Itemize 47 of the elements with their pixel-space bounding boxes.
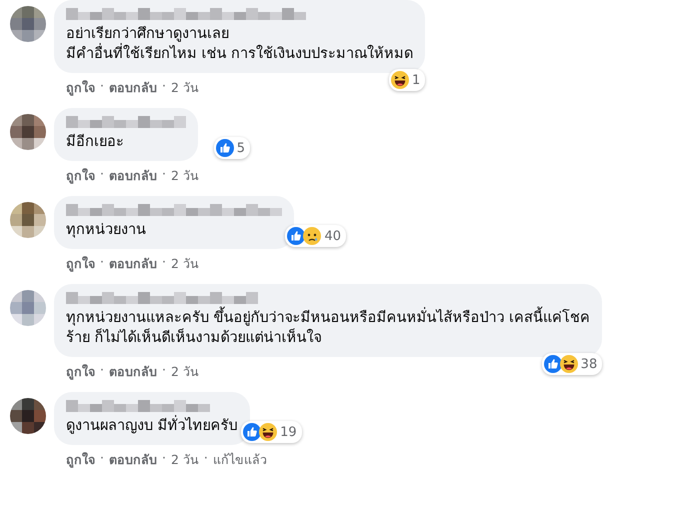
laughing-face-icon bbox=[390, 71, 409, 89]
like-link[interactable]: ถูกใจ bbox=[66, 254, 95, 274]
reply-link[interactable]: ตอบกลับ bbox=[108, 166, 157, 186]
crying-face-icon bbox=[303, 227, 322, 245]
laughing-face-icon bbox=[259, 423, 278, 441]
like-link[interactable]: ถูกใจ bbox=[66, 362, 95, 382]
separator-dot: · bbox=[162, 166, 166, 183]
separator-dot: · bbox=[162, 78, 166, 95]
separator-dot: · bbox=[100, 166, 104, 183]
timestamp: 2 วัน bbox=[170, 79, 199, 97]
separator-dot: · bbox=[162, 362, 166, 379]
laughing-face-icon bbox=[560, 355, 578, 373]
like-icon bbox=[243, 423, 262, 441]
reply-link[interactable]: ตอบกลับ bbox=[108, 450, 157, 470]
comment-text: มีคำอื่นที่ใช้เรียกไหม เช่น การใช้เงินงบประมาณให้หมด bbox=[66, 44, 414, 64]
reply-link[interactable]: ตอบกลับ bbox=[108, 254, 157, 274]
reaction-badge[interactable]: 40 bbox=[285, 225, 346, 247]
reaction-badge[interactable]: 1 bbox=[388, 69, 426, 91]
like-icon bbox=[544, 355, 562, 373]
like-icon bbox=[287, 227, 306, 245]
like-icon bbox=[216, 139, 234, 157]
like-link[interactable]: ถูกใจ bbox=[66, 78, 95, 98]
separator-dot: · bbox=[100, 362, 104, 379]
separator-dot: · bbox=[162, 450, 166, 467]
reaction-badge[interactable]: 38 bbox=[542, 353, 602, 375]
timestamp: 2 วัน bbox=[170, 255, 199, 273]
separator-dot: · bbox=[204, 450, 208, 467]
edited-label: แก้ไขแล้ว bbox=[212, 451, 267, 469]
comment-text: ดูงานผลาญงบ มีทั่วไทยครับ bbox=[66, 416, 238, 436]
timestamp: 2 วัน bbox=[170, 451, 199, 469]
comment-text: ทุกหน่วยงาน bbox=[66, 221, 147, 240]
separator-dot: · bbox=[100, 450, 104, 467]
separator-dot: · bbox=[162, 254, 166, 271]
comment-text: ร้าย ก็ไม่ได้เห็นดีเห็นงามด้วยแต่น่าเห็นใจ bbox=[66, 328, 323, 348]
reply-link[interactable]: ตอบกลับ bbox=[108, 78, 157, 98]
comment-text: มีอีกเยอะ bbox=[66, 132, 125, 152]
like-link[interactable]: ถูกใจ bbox=[66, 166, 95, 186]
separator-dot: · bbox=[100, 78, 104, 95]
reply-link[interactable]: ตอบกลับ bbox=[108, 362, 157, 382]
comment-text: อย่าเรียกว่าศึกษาดูงานเลย bbox=[66, 24, 230, 43]
comment-text: ทุกหน่วยงานแหละครับ ขึ้นอยู่กับว่าจะมีหนอนหรือมีคนหมั่นไส้หรือป่าว เคสนี้แค่โชค bbox=[66, 308, 590, 328]
reaction-badge[interactable]: 19 bbox=[241, 421, 302, 443]
like-link[interactable]: ถูกใจ bbox=[66, 450, 95, 470]
timestamp: 2 วัน bbox=[170, 363, 199, 381]
separator-dot: · bbox=[100, 254, 104, 271]
reaction-badge[interactable]: 5 bbox=[214, 137, 250, 159]
timestamp: 2 วัน bbox=[170, 167, 199, 185]
